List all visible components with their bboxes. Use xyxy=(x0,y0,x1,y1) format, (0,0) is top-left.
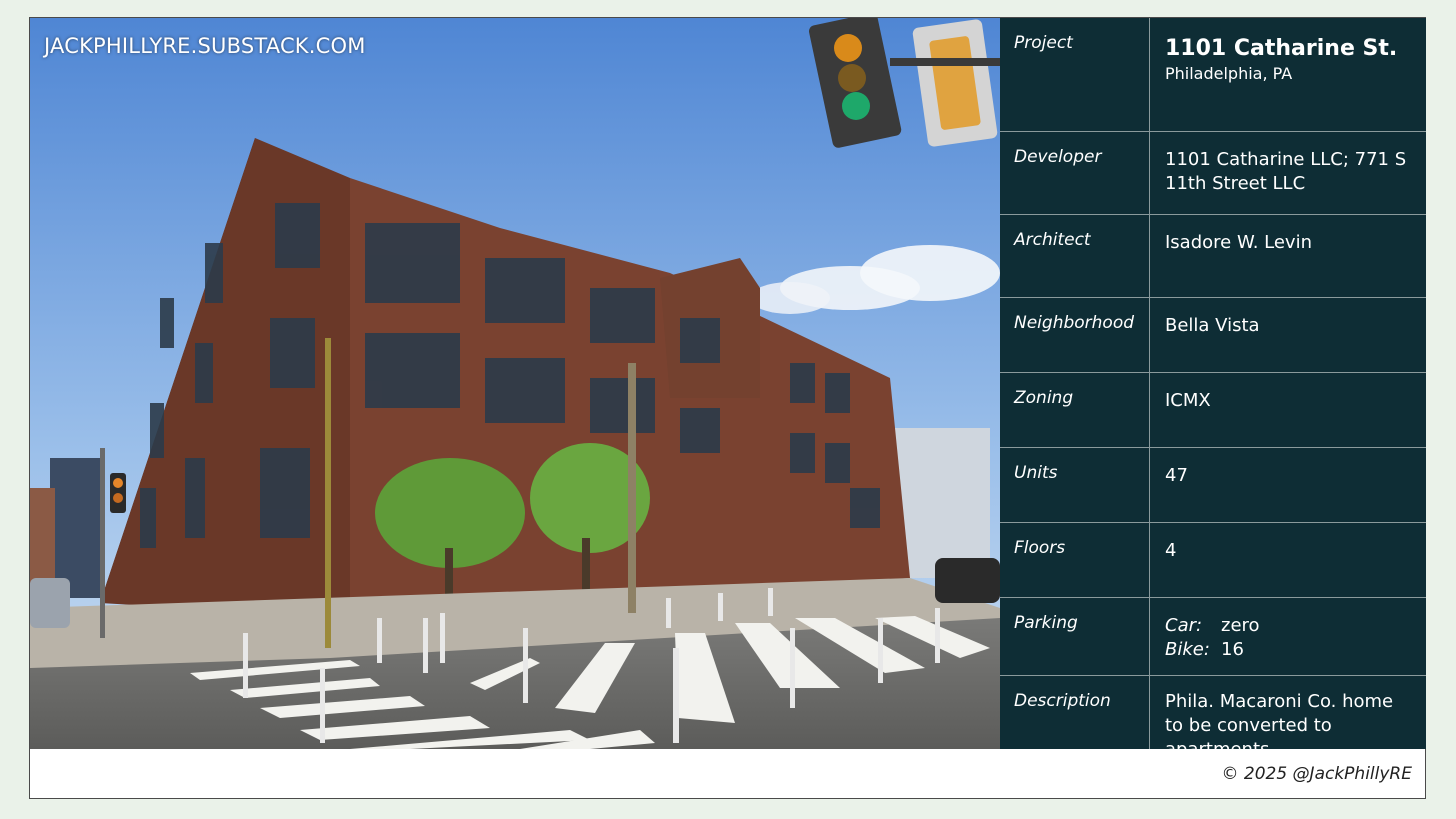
value-description: Phila. Macaroni Co. home to be converted… xyxy=(1165,691,1394,760)
label-zoning: Zoning xyxy=(1000,373,1150,447)
label-floors: Floors xyxy=(1000,523,1150,597)
value-architect: Isadore W. Levin xyxy=(1165,232,1312,253)
value-parking: Car: zero Bike: 16 xyxy=(1165,598,1416,662)
project-title: 1101 Catharine St. xyxy=(1165,36,1398,61)
row-architect: Architect Isadore W. Levin xyxy=(1000,215,1426,298)
car-label: Car: xyxy=(1165,615,1203,636)
row-description: Description Phila. Macaroni Co. home to … xyxy=(1000,676,1426,760)
row-parking: Parking Car: zero Bike: 16 xyxy=(1000,598,1426,676)
row-developer: Developer 1101 Catharine LLC; 771 S 11th… xyxy=(1000,132,1426,215)
parking-car: Car: zero xyxy=(1165,614,1416,638)
label-units: Units xyxy=(1000,448,1150,522)
bike-label: Bike: xyxy=(1165,639,1210,660)
label-project: Project xyxy=(1000,18,1150,131)
row-units: Units 47 xyxy=(1000,448,1426,523)
value-developer: 1101 Catharine LLC; 771 S 11th Street LL… xyxy=(1165,149,1407,194)
label-neighborhood: Neighborhood xyxy=(1000,298,1150,372)
building-illustration xyxy=(30,18,1000,749)
street-photo: JACKPHILLYRE.SUBSTACK.COM xyxy=(30,18,1000,749)
parking-bike: Bike: 16 xyxy=(1165,638,1416,662)
value-units: 47 xyxy=(1165,465,1188,486)
label-description: Description xyxy=(1000,676,1150,749)
value-neighborhood: Bella Vista xyxy=(1165,315,1260,336)
copyright-footer: © 2025 @JackPhillyRE xyxy=(1221,764,1412,784)
value-project: 1101 Catharine St. Philadelphia, PA xyxy=(1165,18,1416,85)
bike-value: 16 xyxy=(1221,639,1244,660)
row-zoning: Zoning ICMX xyxy=(1000,373,1426,448)
car-value: zero xyxy=(1221,615,1260,636)
row-neighborhood: Neighborhood Bella Vista xyxy=(1000,298,1426,373)
value-zoning: ICMX xyxy=(1165,390,1211,411)
substack-watermark: JACKPHILLYRE.SUBSTACK.COM xyxy=(44,34,366,58)
label-developer: Developer xyxy=(1000,132,1150,214)
label-architect: Architect xyxy=(1000,215,1150,297)
row-project: Project 1101 Catharine St. Philadelphia,… xyxy=(1000,18,1426,132)
project-location: Philadelphia, PA xyxy=(1165,64,1293,83)
project-info-table: Project 1101 Catharine St. Philadelphia,… xyxy=(1000,18,1426,760)
label-parking: Parking xyxy=(1000,598,1150,675)
value-floors: 4 xyxy=(1165,540,1177,561)
row-floors: Floors 4 xyxy=(1000,523,1426,598)
